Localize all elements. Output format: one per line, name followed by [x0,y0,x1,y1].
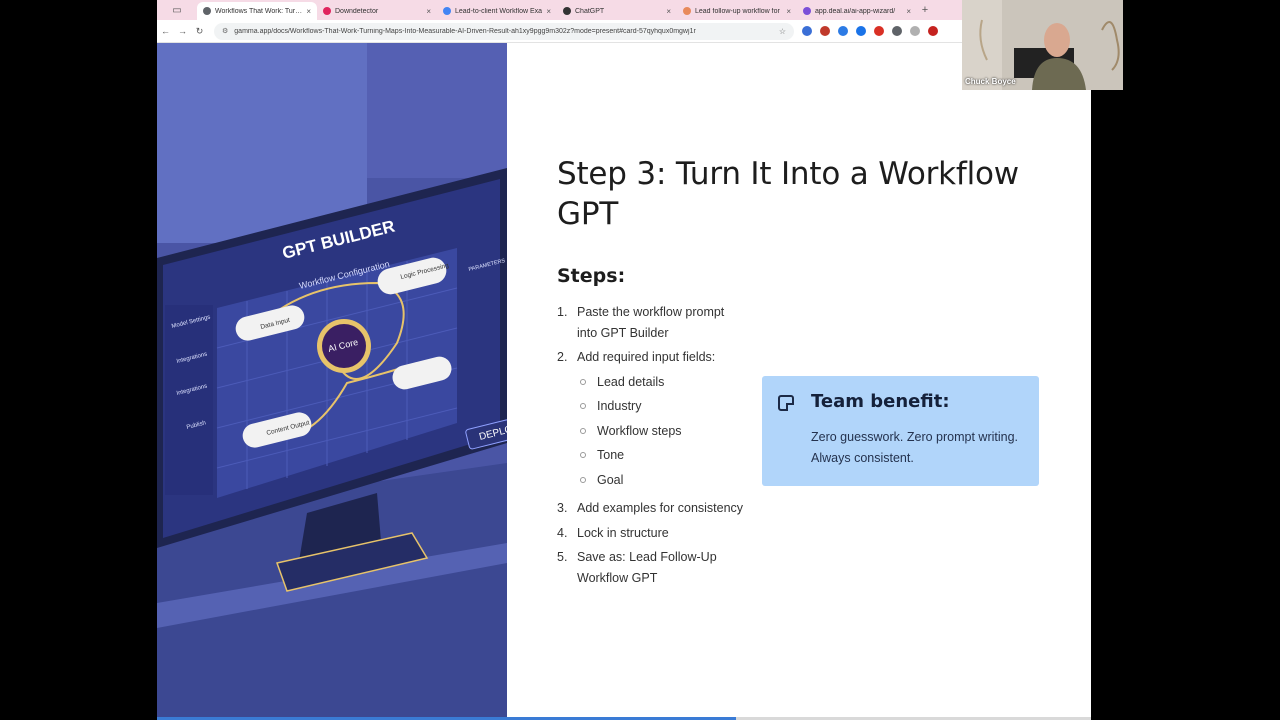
profile-avatar[interactable] [928,26,938,36]
participant-name: Chuck Boyce [965,77,1016,86]
callout-heading: Team benefit: [811,391,950,412]
list-item: 3. Add examples for consistency [557,501,744,516]
tab-favicon-icon [323,7,331,15]
reload-icon[interactable]: ↻ [191,26,208,37]
list-item: 4. Lock in structure [557,525,669,540]
callout-body: Zero guesswork. Zero prompt writing. Alw… [811,430,1019,465]
microphone-icon[interactable] [892,26,902,36]
team-benefit-callout: Team benefit: Zero guesswork. Zero promp… [762,376,1039,486]
list-item: Goal [577,470,747,495]
list-item: Lead details [577,372,747,397]
tab-bar: ▭ Workflows That Work: Turnin × Downdetect… [157,0,1091,20]
site-info-icon[interactable]: ⚙ [222,27,228,35]
address-bar[interactable]: ⚙ gamma.app/docs/Workflows-That-Work-Tur… [214,22,794,40]
tab-title: Lead follow-up workflow for [695,7,780,15]
list-item: Workflow steps [577,421,747,446]
extension-icon[interactable] [910,26,920,36]
screen: ▭ Workflows That Work: Turnin × Downdetect… [0,0,1280,720]
list-item: Industry [577,396,747,421]
browser-tab[interactable]: Workflows That Work: Turnin × [197,2,317,20]
tab-title: app.deal.ai/ai-app-wizard/ [815,7,896,15]
tab-close-icon[interactable]: × [546,7,551,16]
browser-window: ▭ Workflows That Work: Turnin × Downdetect… [157,0,1091,720]
tab-close-icon[interactable]: × [666,7,671,16]
tab-search-icon[interactable]: ▭ [157,0,197,20]
forward-icon[interactable]: → [174,26,191,36]
steps-heading: Steps: [557,265,626,287]
extension-icon[interactable] [838,26,848,36]
tab-favicon-icon [803,7,811,15]
back-icon[interactable]: ← [157,26,174,36]
tab-strip: Workflows That Work: Turnin × Downdetector… [197,0,917,20]
tab-close-icon[interactable]: × [786,7,791,16]
tab-close-icon[interactable]: × [306,7,311,16]
note-icon [778,395,794,411]
tab-favicon-icon [203,7,211,15]
tab-title: Downdetector [335,7,379,15]
tab-favicon-icon [563,7,571,15]
slide-content: Step 3: Turn It Into a Workflow GPT Step… [557,43,1091,720]
browser-tab[interactable]: ChatGPT × [557,2,677,20]
tab-title: Workflows That Work: Turnin [215,7,303,15]
extension-icon[interactable] [856,26,866,36]
extension-icon[interactable] [874,26,884,36]
browser-toolbar: ← → ↻ ⚙ gamma.app/docs/Workflows-That-Wo… [157,20,1091,43]
gpt-builder-illustration: GPT BUILDER Workflow Configuration AI Co… [157,43,507,720]
list-item: Tone [577,445,747,470]
browser-tab[interactable]: Downdetector × [317,2,437,20]
tab-close-icon[interactable]: × [906,7,911,16]
browser-tab[interactable]: Lead follow-up workflow for × [677,2,797,20]
monitor-illustration: GPT BUILDER Workflow Configuration AI Co… [157,43,507,720]
presentation-slide: GPT BUILDER Workflow Configuration AI Co… [157,43,1091,720]
tab-close-icon[interactable]: × [426,7,431,16]
extension-icon[interactable] [820,26,830,36]
input-fields-list: Lead details Industry Workflow steps Ton… [577,372,747,495]
list-item: 5. Save as: Lead Follow-Up Workflow GPT [557,550,717,585]
tab-favicon-icon [443,7,451,15]
bookmark-star-icon[interactable]: ☆ [779,27,786,36]
new-tab-button[interactable]: + [917,4,933,16]
list-item: 2. Add required input fields: Lead detail… [557,347,747,494]
tab-title: ChatGPT [575,7,605,15]
list-item: 1. Paste the workflow prompt into GPT Bui… [557,305,725,340]
slide-title: Step 3: Turn It Into a Workflow GPT [557,156,1019,232]
tab-favicon-icon [683,7,691,15]
webcam-feed: Chuck Boyce [962,0,1123,90]
steps-list: 1. Paste the workflow prompt into GPT Bui… [557,302,747,592]
browser-tab[interactable]: Lead-to-client Workflow Exa × [437,2,557,20]
tab-title: Lead-to-client Workflow Exa [455,7,543,15]
extension-icon[interactable] [802,26,812,36]
url-text: gamma.app/docs/Workflows-That-Work-Turni… [234,27,696,35]
browser-tab[interactable]: app.deal.ai/ai-app-wizard/ × [797,2,917,20]
